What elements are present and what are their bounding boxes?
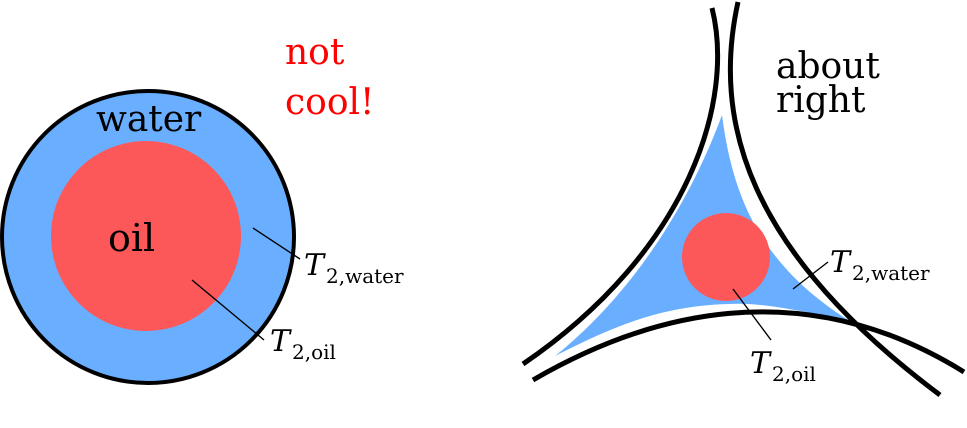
oil-t2-subscript: 2,oil [292,340,336,364]
oil-t2-symbol: T [270,324,292,359]
oil-droplet-small [682,213,770,301]
verdict-line-2: right [776,80,866,121]
oil-t2-label: T 2,oil [750,346,816,386]
oil-t2-subscript: 2,oil [772,362,816,386]
water-t2-subscript: 2,water [326,264,404,288]
water-t2-symbol: T [830,245,852,280]
verdict-line-2: cool! [285,82,375,123]
oil-t2-symbol: T [750,346,772,381]
water-label: water [96,99,202,140]
left-panel-spherical-pore: water oil not cool! T 2,water T 2,oil [0,32,404,385]
water-t2-label: T 2,water [830,245,930,285]
right-panel-pore-throat: about right T 2,water T 2,oil [521,1,966,398]
pore-fluid-diagram: water oil not cool! T 2,water T 2,oil abou… [0,1,966,398]
water-t2-symbol: T [304,248,326,283]
oil-label: oil [108,216,155,260]
water-t2-subscript: 2,water [852,261,930,285]
oil-t2-label: T 2,oil [270,324,336,364]
verdict-line-1: not [285,32,345,73]
water-t2-label: T 2,water [304,248,404,288]
